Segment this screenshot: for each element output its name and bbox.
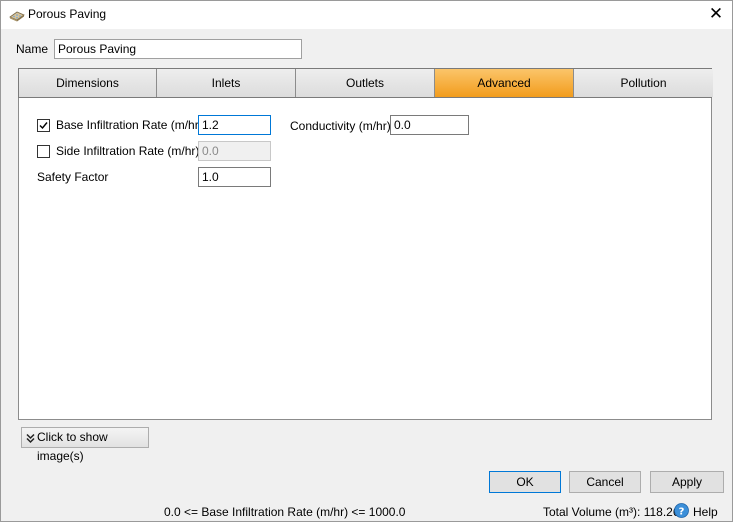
base-infiltration-row: Base Infiltration Rate (m/hr): [37, 118, 203, 132]
safety-factor-input[interactable]: 1.0: [198, 167, 271, 187]
validation-rule-text: 0.0 <= Base Infiltration Rate (m/hr) <= …: [164, 505, 406, 519]
tab-pollution[interactable]: Pollution: [574, 69, 713, 97]
base-infiltration-label: Base Infiltration Rate (m/hr): [56, 118, 203, 132]
porous-paving-icon: [9, 8, 25, 22]
advanced-panel: Base Infiltration Rate (m/hr) 1.2 Conduc…: [18, 98, 712, 420]
tab-outlets[interactable]: Outlets: [296, 69, 435, 97]
window-title: Porous Paving: [28, 7, 107, 21]
name-input[interactable]: Porous Paving: [54, 39, 302, 59]
base-infiltration-checkbox[interactable]: [37, 118, 50, 132]
tab-strip: Dimensions Inlets Outlets Advanced Pollu…: [18, 68, 713, 98]
tab-dimensions[interactable]: Dimensions: [19, 69, 157, 97]
status-bar: 0.0 <= Base Infiltration Rate (m/hr) <= …: [1, 500, 732, 521]
apply-button[interactable]: Apply: [650, 471, 724, 493]
dialog-window: Porous Paving ✕ Name Porous Paving Dimen…: [0, 0, 733, 522]
cancel-button[interactable]: Cancel: [569, 471, 641, 493]
side-infiltration-input: 0.0: [198, 141, 271, 161]
ok-button[interactable]: OK: [489, 471, 561, 493]
side-infiltration-row: Side Infiltration Rate (m/hr): [37, 144, 199, 158]
base-infiltration-input[interactable]: 1.2: [198, 115, 271, 135]
show-images-button[interactable]: Click to show image(s): [21, 427, 149, 463]
help-icon[interactable]: ?: [674, 503, 689, 518]
svg-text:?: ?: [679, 507, 685, 518]
close-button[interactable]: ✕: [704, 3, 728, 25]
side-infiltration-checkbox[interactable]: [37, 144, 50, 158]
title-bar[interactable]: Porous Paving ✕: [1, 1, 732, 29]
help-link[interactable]: Help: [693, 505, 718, 519]
close-icon: ✕: [708, 4, 724, 23]
checkmark-icon: [39, 121, 48, 129]
total-volume-text: Total Volume (m³): 118.263: [543, 505, 687, 519]
safety-factor-label: Safety Factor: [37, 170, 109, 184]
double-chevron-down-icon: [26, 431, 35, 450]
side-infiltration-label: Side Infiltration Rate (m/hr): [56, 144, 200, 158]
show-images-label: Click to show image(s): [37, 430, 108, 463]
conductivity-input[interactable]: 0.0: [390, 115, 469, 135]
conductivity-label: Conductivity (m/hr): [290, 119, 391, 133]
name-label: Name: [16, 42, 49, 56]
tab-advanced[interactable]: Advanced: [435, 69, 574, 97]
tab-inlets[interactable]: Inlets: [157, 69, 296, 97]
